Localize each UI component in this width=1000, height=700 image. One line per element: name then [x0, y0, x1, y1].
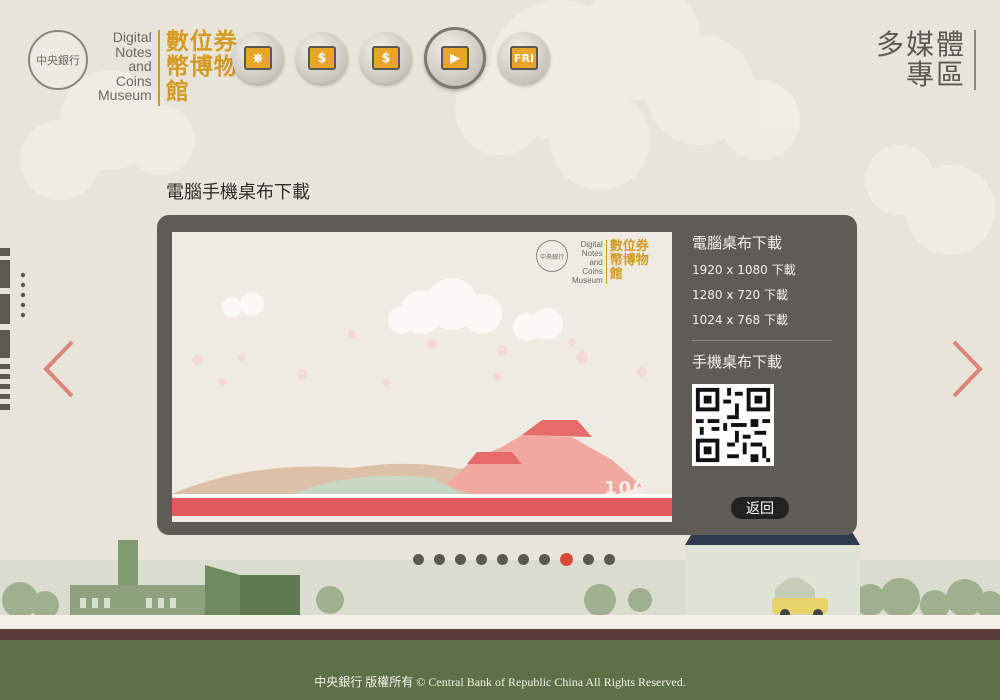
prev-arrow-button[interactable]: [42, 340, 76, 398]
desktop-wallpaper-heading: 電腦桌布下載: [692, 234, 783, 252]
central-bank-seal: 中央銀行: [28, 30, 88, 90]
fri-icon: FRI: [510, 46, 538, 70]
pagination-dot[interactable]: [455, 554, 466, 565]
pagination-dot[interactable]: [604, 554, 615, 565]
wallpaper-seal: 中央銀行: [536, 240, 568, 272]
logo-divider: [157, 30, 160, 106]
wallpaper-en-line: and: [589, 258, 603, 267]
pagination-dot-active[interactable]: [560, 553, 573, 566]
back-button[interactable]: 返回: [731, 497, 789, 519]
mobile-wallpaper-heading: 手機桌布下載: [692, 353, 783, 371]
denomination-label: 100: [604, 478, 648, 499]
multimedia-title-line: 專區: [905, 58, 966, 91]
nav-fri-button[interactable]: FRI: [498, 32, 550, 84]
pagination-dot[interactable]: [434, 554, 445, 565]
nav-ship-wheel-button[interactable]: ⎈: [232, 32, 284, 84]
en-name-line: Notes: [115, 43, 152, 60]
ground-stripe-dark: [0, 629, 1000, 640]
qr-code-image: [692, 384, 774, 466]
qr-code[interactable]: [692, 384, 774, 466]
nav-dollar-book-button[interactable]: $: [296, 32, 348, 84]
download-options: 電腦桌布下載 1920 x 1080 下載 1280 x 720 下載 1024…: [692, 232, 832, 466]
download-1280x720-link[interactable]: 1280 x 720 下載: [692, 286, 832, 303]
museum-english-name: Digital Notes and Coins Museum: [98, 30, 152, 103]
pagination-dot[interactable]: [476, 554, 487, 565]
pagination-dot[interactable]: [539, 554, 550, 565]
pagination-dots: [413, 553, 615, 566]
download-1024x768-link[interactable]: 1024 x 768 下載: [692, 311, 832, 328]
page-title: 電腦手機桌布下載: [166, 182, 310, 203]
en-name-line: and: [128, 58, 152, 74]
pagination-dot[interactable]: [497, 554, 508, 565]
wallpaper-logo: 中央銀行 Digital Notes and Coins Museum 數位券幣…: [536, 240, 652, 285]
en-name-line: Coins: [115, 72, 152, 89]
wallpaper-seal-text: 中央銀行: [539, 253, 564, 261]
ground-stripe: [0, 615, 1000, 629]
nav-coin-search-button[interactable]: $: [360, 32, 412, 84]
copyright-text: 中央銀行 版權所有 © Central Bank of Republic Chi…: [314, 675, 686, 689]
pagination-dot[interactable]: [518, 554, 529, 565]
main-nav: ⎈ $ $ ▶ FRI: [232, 27, 550, 89]
side-dots: [20, 272, 26, 318]
next-arrow-button[interactable]: [950, 340, 984, 398]
pagination-dot[interactable]: [583, 554, 594, 565]
multimedia-title-line: 多媒體: [875, 28, 966, 61]
side-decoration: [0, 248, 10, 410]
site-logo[interactable]: 中央銀行 Digital Notes and Coins Museum 數位券幣…: [28, 30, 244, 106]
wallpaper-en-line: Coins: [582, 267, 603, 276]
download-1920x1080-link[interactable]: 1920 x 1080 下載: [692, 261, 832, 278]
wallpaper-logo-divider: [605, 240, 607, 284]
nav-video-play-button[interactable]: ▶: [424, 27, 486, 89]
wallpaper-en-name: Digital Notes and Coins Museum: [572, 240, 603, 285]
ship-wheel-icon: ⎈: [244, 46, 272, 70]
download-divider: [692, 340, 832, 341]
pagination-dot[interactable]: [413, 554, 424, 565]
en-name-line: Museum: [98, 87, 152, 103]
coin-search-icon: $: [372, 46, 400, 70]
wallpaper-en-line: Notes: [581, 249, 603, 258]
wallpaper-en-line: Digital: [580, 240, 603, 249]
wallpaper-preview[interactable]: 中央銀行 Digital Notes and Coins Museum 數位券幣…: [172, 232, 672, 522]
wallpaper-en-line: Museum: [572, 276, 603, 285]
wallpaper-zh-name: 數位券幣博物館: [609, 239, 649, 282]
dollar-book-icon: $: [308, 46, 336, 70]
video-play-icon: ▶: [441, 46, 469, 70]
en-name-line: Digital: [112, 29, 152, 45]
footer-bar: [0, 640, 1000, 700]
multimedia-title: 多媒體 專區: [876, 30, 976, 90]
seal-text: 中央銀行: [36, 54, 80, 67]
